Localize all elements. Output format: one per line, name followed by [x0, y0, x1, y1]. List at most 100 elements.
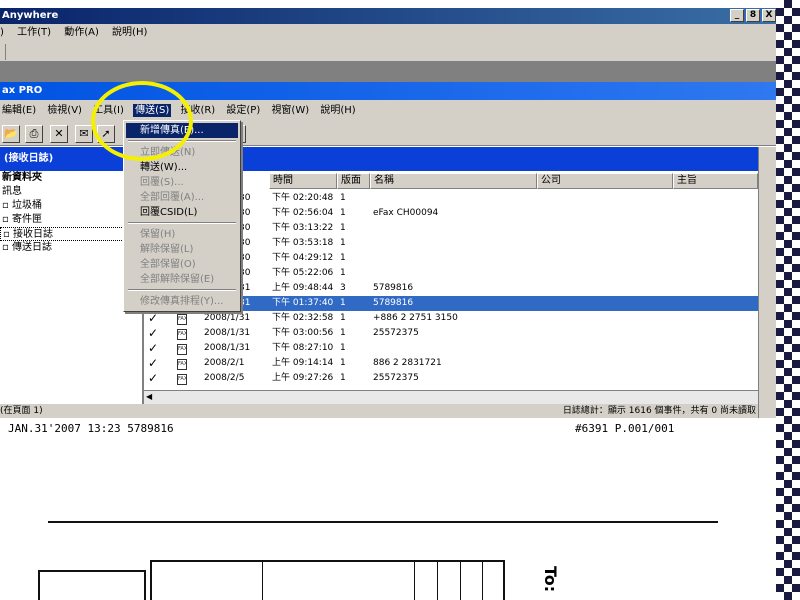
delete-icon[interactable]: ✕: [50, 125, 68, 143]
highlight-circle: [91, 81, 193, 161]
cell-pages: 1: [340, 193, 346, 203]
cell-name: 25572375: [373, 328, 419, 338]
app-title: Anywhere: [2, 10, 59, 21]
app-toolbar: [0, 42, 776, 62]
scroll-left-icon[interactable]: ◀: [146, 392, 152, 401]
cell-time: 下午 02:20:48: [272, 193, 334, 203]
check-icon: ✓: [148, 341, 159, 355]
fax-header-right: #6391 P.001/001: [575, 422, 675, 435]
tree-label: 接收日誌: [12, 229, 53, 240]
cell-time: 下午 08:27:10: [272, 343, 334, 353]
horizontal-scrollbar[interactable]: ◀: [144, 390, 758, 404]
menu-hold[interactable]: 保留(H): [126, 227, 238, 242]
menu-reply-csid[interactable]: 回覆CSID(L): [126, 205, 238, 220]
cell-date: 2008/1/31: [204, 313, 251, 323]
folder-icon: ▫: [2, 214, 9, 225]
print-icon[interactable]: ⎙: [25, 125, 43, 143]
table-row[interactable]: ✓ FAX 2008/1/31 下午 03:00:56 1 25572375: [144, 326, 758, 341]
folder-icon: ▫: [2, 242, 9, 253]
tree-item-receive-log[interactable]: ▫ 接收日誌: [0, 227, 142, 241]
cell-time: 下午 03:00:56: [272, 328, 334, 338]
minimize-button[interactable]: _: [730, 9, 744, 22]
cell-name: 25572375: [373, 373, 419, 383]
table-row[interactable]: ✓ FAX 2008/1/31 下午 02:32:58 1 +886 2 2751 315…: [144, 311, 758, 326]
menu-edit[interactable]: 編輯(E): [0, 104, 38, 117]
menu-work[interactable]: 工作(T): [17, 27, 51, 38]
cell-time: 下午 05:22:06: [272, 268, 334, 278]
cell-pages: 1: [340, 268, 346, 278]
menu-action[interactable]: 動作(A): [64, 27, 99, 38]
tree-item-trash[interactable]: ▫ 垃圾桶: [0, 199, 142, 213]
tree-label: 傳送日誌: [11, 242, 52, 253]
mdi-background: [0, 62, 776, 82]
fax-to-label: To:: [541, 566, 560, 593]
check-icon: ✓: [148, 371, 159, 385]
cell-name: eFax CH00094: [373, 208, 439, 218]
cell-date: 2008/2/1: [204, 358, 245, 368]
child-title: ax PRO: [2, 85, 43, 96]
tree-item-messages[interactable]: 訊息: [0, 185, 142, 199]
cell-pages: 1: [340, 343, 346, 353]
send-fax-icon[interactable]: ✉: [75, 125, 93, 143]
table-row[interactable]: ✓ FAX 2008/2/1 上午 09:14:14 1 886 2 2831721: [144, 356, 758, 371]
table-row[interactable]: ✓ FAX 2008/2/5 上午 09:27:26 1 25572375: [144, 371, 758, 386]
status-bar: (在頁面 1) 日誌總計：顯示 1616 個事件，共有 0 尚未讀取: [0, 404, 758, 418]
cell-name: 886 2 2831721: [373, 358, 442, 368]
open-folder-icon[interactable]: 📂: [2, 125, 20, 143]
cell-pages: 1: [340, 253, 346, 263]
fax-icon: FAX: [177, 341, 187, 356]
cell-name: 5789816: [373, 283, 414, 293]
menu-release-all[interactable]: 全部解除保留(E): [126, 272, 238, 287]
fax-icon: FAX: [177, 311, 187, 326]
menu-hold-all[interactable]: 全部保留(O): [126, 257, 238, 272]
app-menu-bar: ) 工作(T) 動作(A) 說明(H): [0, 24, 776, 42]
cell-pages: 1: [340, 223, 346, 233]
folder-icon: ▫: [3, 229, 10, 240]
app-title-bar: Anywhere _ 8 X: [0, 8, 776, 24]
menu-window[interactable]: 視窗(W): [269, 104, 311, 117]
fax-icon: FAX: [177, 356, 187, 371]
cell-time: 下午 02:56:04: [272, 208, 334, 218]
col-name[interactable]: 名稱: [370, 173, 537, 189]
fax-box-left: [38, 570, 146, 600]
menu-settings[interactable]: 設定(P): [224, 104, 262, 117]
cell-date: 2008/1/31: [204, 328, 251, 338]
menu-reply[interactable]: 回覆(S)...: [126, 175, 238, 190]
menu-separator: [128, 289, 236, 291]
check-icon: ✓: [148, 356, 159, 370]
fax-icon: FAX: [177, 371, 187, 386]
cell-time: 下午 01:37:40: [272, 298, 334, 308]
folder-icon: ▫: [2, 200, 9, 211]
tree-item-outbox[interactable]: ▫ 寄件匣: [0, 213, 142, 227]
tree-item-new-folder[interactable]: 新資料夾: [0, 171, 142, 185]
cell-date: 2008/1/31: [204, 343, 251, 353]
menu-separator: [128, 222, 236, 224]
menu-view[interactable]: 檢視(V): [45, 104, 84, 117]
menu-help[interactable]: 說明(H): [112, 27, 147, 38]
cell-name: +886 2 2751 3150: [373, 313, 458, 323]
col-subject[interactable]: 主旨: [673, 173, 758, 189]
fax-table: [150, 560, 505, 600]
menu-forward[interactable]: 轉送(W)...: [126, 160, 238, 175]
col-time[interactable]: 時間: [269, 173, 337, 189]
restore-button[interactable]: 8: [746, 9, 760, 22]
close-button[interactable]: X: [762, 9, 776, 22]
menu-release-hold[interactable]: 解除保留(L): [126, 242, 238, 257]
cell-time: 下午 03:53:18: [272, 238, 334, 248]
vertical-scrollbar[interactable]: [758, 147, 776, 418]
menu-modify-schedule[interactable]: 修改傳真排程(Y)...: [126, 294, 238, 309]
window-controls: _ 8 X: [730, 9, 776, 22]
col-pages[interactable]: 版面: [337, 173, 370, 189]
col-company[interactable]: 公司: [537, 173, 673, 189]
cell-pages: 1: [340, 328, 346, 338]
menu-help-child[interactable]: 說明(H): [318, 104, 357, 117]
cell-name: 5789816: [373, 298, 414, 308]
slide-border-pattern: [776, 0, 800, 600]
cell-time: 上午 09:48:44: [272, 283, 334, 293]
tree-item-send-log[interactable]: ▫ 傳送日誌: [0, 241, 142, 255]
menu-reply-all[interactable]: 全部回覆(A)...: [126, 190, 238, 205]
fax-header-left: JAN.31'2007 13:23 5789816: [8, 422, 174, 435]
table-row[interactable]: ✓ FAX 2008/1/31 下午 08:27:10 1: [144, 341, 758, 356]
cell-pages: 1: [340, 373, 346, 383]
status-page: (在頁面 1): [0, 406, 43, 416]
